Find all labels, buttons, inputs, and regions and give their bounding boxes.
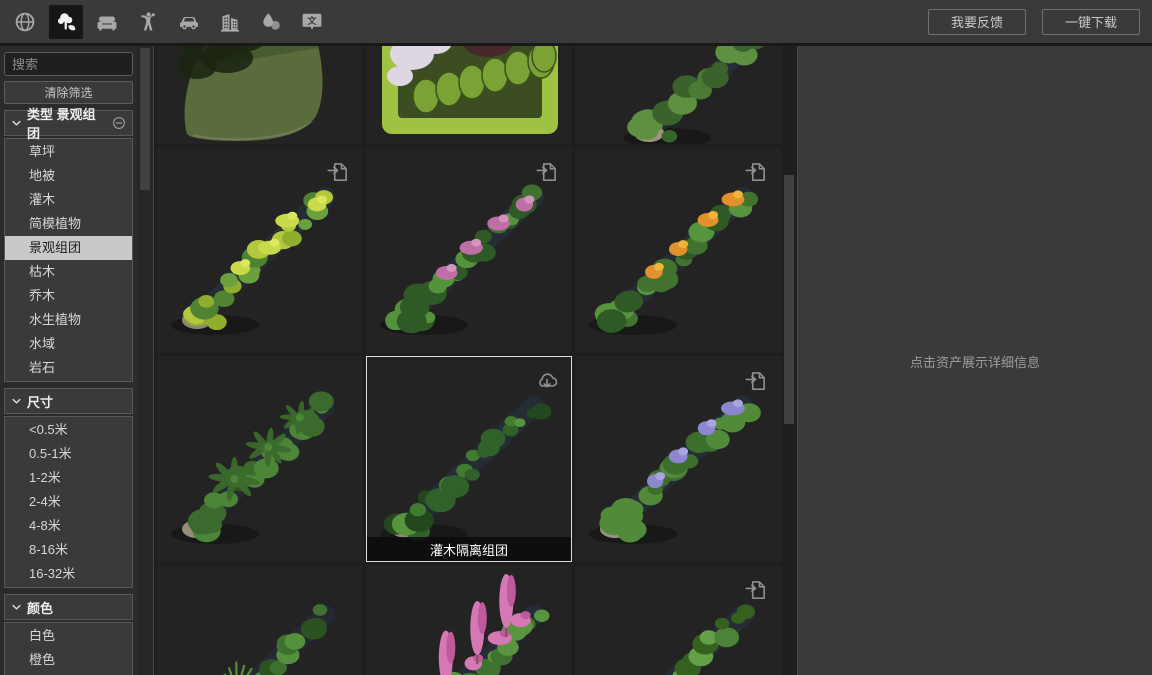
chevron-down-icon	[11, 118, 22, 129]
world-assets-button[interactable]	[8, 5, 42, 39]
asset-tile[interactable]	[575, 356, 781, 562]
language-icon	[300, 10, 324, 34]
filter-option[interactable]: 橙色	[5, 648, 132, 672]
clear-filter-button[interactable]: 清除筛选	[4, 81, 133, 104]
filter-option[interactable]: 水生植物	[5, 308, 132, 332]
collapse-minus-icon[interactable]	[112, 116, 126, 130]
filter-section-header[interactable]: 尺寸	[4, 388, 133, 414]
import-to-scene-icon[interactable]	[743, 159, 769, 185]
asset-thumbnail	[157, 565, 363, 675]
asset-tile[interactable]	[575, 147, 781, 353]
filter-option[interactable]: 水域	[5, 332, 132, 356]
filter-option[interactable]: 1-2米	[5, 466, 132, 490]
grid-scrollbar-thumb[interactable]	[784, 175, 794, 424]
filter-option[interactable]: <0.5米	[5, 418, 132, 442]
filter-section-title: 类型 景观组团	[27, 104, 107, 142]
filter-section-header[interactable]: 颜色	[4, 594, 133, 620]
import-to-scene-icon[interactable]	[743, 577, 769, 603]
plants-assets-button[interactable]	[49, 5, 83, 39]
filter-options: <0.5米0.5-1米1-2米2-4米4-8米8-16米16-32米	[4, 416, 133, 588]
person-icon	[136, 10, 160, 34]
asset-tile[interactable]	[157, 356, 363, 562]
import-to-scene-icon[interactable]	[534, 159, 560, 185]
asset-grid-area: 灌木隔离组团	[154, 46, 781, 675]
furniture-assets-button[interactable]	[90, 5, 124, 39]
sofa-icon	[95, 10, 119, 34]
asset-caption: 灌木隔离组团	[367, 537, 571, 561]
plants-icon	[54, 10, 78, 34]
category-icon-bar	[0, 5, 329, 39]
asset-tile[interactable]	[575, 565, 781, 675]
chevron-down-icon	[11, 396, 22, 407]
filter-option[interactable]: 16-32米	[5, 562, 132, 586]
filter-option[interactable]: 景观组团	[5, 236, 132, 260]
asset-tile[interactable]	[157, 147, 363, 353]
asset-thumbnail	[366, 46, 572, 144]
filter-sidebar: 清除筛选 类型 景观组团 草坪地被灌木简模植物景观组团枯木乔木水生植物水域岩石 …	[0, 46, 137, 675]
vehicles-assets-button[interactable]	[172, 5, 206, 39]
filter-option[interactable]: 8-16米	[5, 538, 132, 562]
car-icon	[177, 10, 201, 34]
filter-option[interactable]: 岩石	[5, 356, 132, 380]
detail-placeholder-text: 点击资产展示详细信息	[910, 352, 1040, 371]
filter-option[interactable]: 乔木	[5, 284, 132, 308]
buildings-assets-button[interactable]	[213, 5, 247, 39]
search-input[interactable]	[4, 52, 133, 76]
materials-assets-button[interactable]	[254, 5, 288, 39]
filter-section-title: 尺寸	[27, 392, 53, 411]
import-to-scene-icon[interactable]	[743, 368, 769, 394]
sidebar-scrollbar-thumb[interactable]	[140, 48, 150, 190]
import-to-scene-icon[interactable]	[325, 159, 351, 185]
filter-option[interactable]: 枯木	[5, 260, 132, 284]
filter-section: 类型 景观组团 草坪地被灌木简模植物景观组团枯木乔木水生植物水域岩石	[4, 110, 133, 382]
filter-option[interactable]: 白色	[5, 624, 132, 648]
chevron-down-icon	[11, 602, 22, 613]
filter-option[interactable]: 灌木	[5, 188, 132, 212]
people-assets-button[interactable]	[131, 5, 165, 39]
material-icon	[259, 10, 283, 34]
filter-section: 颜色 白色橙色粉色	[4, 594, 133, 675]
cloud-download-icon[interactable]	[534, 368, 560, 394]
toolbar-actions: 我要反馈 一键下载	[928, 9, 1152, 35]
asset-thumbnail	[366, 565, 572, 675]
download-all-button[interactable]: 一键下载	[1042, 9, 1140, 35]
filter-options: 白色橙色粉色	[4, 622, 133, 675]
grid-scrollbar[interactable]	[781, 46, 798, 675]
filter-option[interactable]: 2-4米	[5, 490, 132, 514]
filter-option[interactable]: 草坪	[5, 140, 132, 164]
sidebar-scrollbar[interactable]	[137, 46, 154, 675]
asset-tile[interactable]	[575, 46, 781, 144]
filter-options: 草坪地被灌木简模植物景观组团枯木乔木水生植物水域岩石	[4, 138, 133, 382]
asset-tile[interactable]	[366, 147, 572, 353]
asset-tile[interactable]	[366, 565, 572, 675]
globe-icon	[13, 10, 37, 34]
asset-tile[interactable]	[157, 565, 363, 675]
filter-section-header[interactable]: 类型 景观组团	[4, 110, 133, 136]
filter-sections: 类型 景观组团 草坪地被灌木简模植物景观组团枯木乔木水生植物水域岩石 尺寸 <0…	[0, 110, 137, 675]
asset-thumbnail	[157, 356, 363, 562]
feedback-button[interactable]: 我要反馈	[928, 9, 1026, 35]
asset-tile[interactable]: 灌木隔离组团	[366, 356, 572, 562]
top-toolbar: 我要反馈 一键下载	[0, 0, 1152, 46]
filter-option[interactable]: 0.5-1米	[5, 442, 132, 466]
asset-thumbnail	[157, 46, 363, 144]
asset-grid: 灌木隔离组团	[157, 46, 781, 675]
asset-tile[interactable]	[157, 46, 363, 144]
filter-section: 尺寸 <0.5米0.5-1米1-2米2-4米4-8米8-16米16-32米	[4, 388, 133, 588]
text-assets-button[interactable]	[295, 5, 329, 39]
filter-option[interactable]: 地被	[5, 164, 132, 188]
filter-option[interactable]: 简模植物	[5, 212, 132, 236]
filter-option[interactable]: 4-8米	[5, 514, 132, 538]
detail-panel: 点击资产展示详细信息	[798, 46, 1152, 675]
building-icon	[218, 10, 242, 34]
main-content: 清除筛选 类型 景观组团 草坪地被灌木简模植物景观组团枯木乔木水生植物水域岩石 …	[0, 46, 1152, 675]
asset-library-window: 我要反馈 一键下载 清除筛选 类型 景观组团 草坪地被灌木简模植物景观组团枯木乔…	[0, 0, 1152, 675]
asset-thumbnail	[575, 46, 781, 144]
filter-section-title: 颜色	[27, 598, 53, 617]
asset-tile[interactable]	[366, 46, 572, 144]
